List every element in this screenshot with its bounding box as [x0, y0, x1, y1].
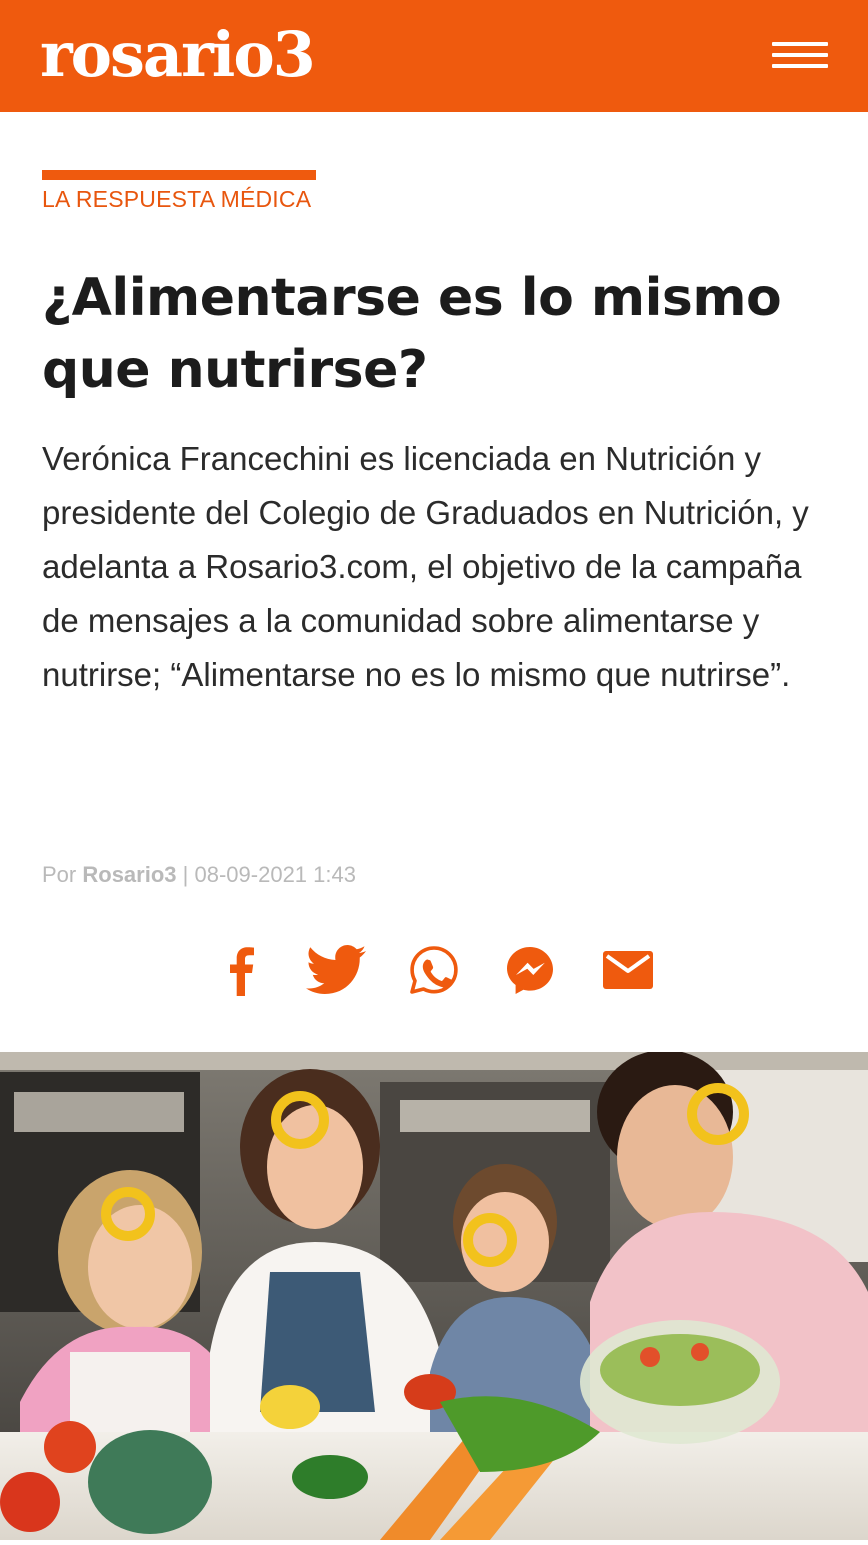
byline-separator: |: [182, 862, 189, 887]
byline-date: 08-09-2021 1:43: [194, 862, 356, 887]
share-bar: [218, 938, 658, 1002]
article-byline: Por Rosario3 | 08-09-2021 1:43: [42, 862, 356, 888]
family-with-vegetables-photo: [0, 1050, 868, 1540]
twitter-share-button[interactable]: [304, 938, 368, 1002]
messenger-share-button[interactable]: [498, 938, 562, 1002]
byline-prefix: Por: [42, 862, 77, 887]
facebook-share-button[interactable]: [210, 938, 274, 1002]
site-header: rosario3: [0, 0, 868, 112]
whatsapp-icon: [410, 946, 458, 994]
site-logo[interactable]: rosario3: [40, 18, 316, 92]
article-summary: Verónica Francechini es licenciada en Nu…: [42, 440, 809, 693]
hamburger-menu-icon[interactable]: [772, 42, 828, 68]
whatsapp-share-button[interactable]: [402, 938, 466, 1002]
email-share-button[interactable]: [596, 938, 660, 1002]
section-label[interactable]: LA RESPUESTA MÉDICA: [42, 186, 311, 213]
twitter-icon: [306, 945, 366, 994]
email-icon: [603, 951, 653, 989]
facebook-icon: [230, 947, 254, 996]
article-title: ¿Alimentarse es lo mismo que nutrirse?: [42, 268, 782, 400]
section-accent-bar: [42, 170, 316, 180]
hero-image[interactable]: [0, 1050, 868, 1540]
byline-author[interactable]: Rosario3: [82, 862, 176, 887]
messenger-icon: [507, 947, 553, 994]
